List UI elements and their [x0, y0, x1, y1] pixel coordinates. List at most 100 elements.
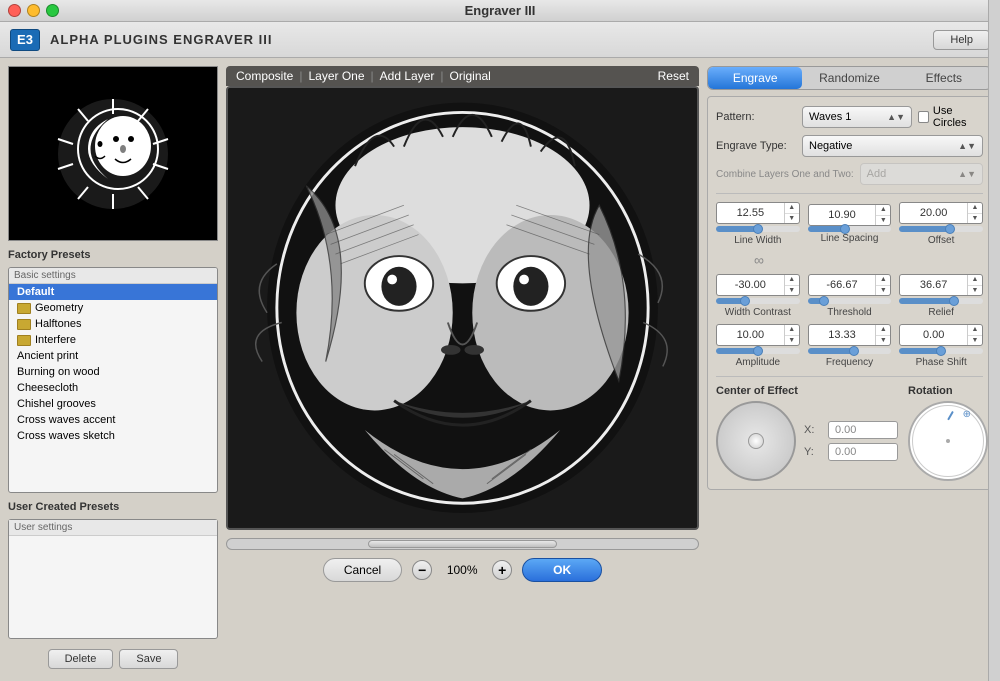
frequency-down[interactable]: ▼	[876, 336, 890, 346]
line-width-up[interactable]: ▲	[785, 203, 799, 214]
cancel-button[interactable]: Cancel	[323, 558, 402, 582]
composite-tab[interactable]: Composite	[236, 69, 293, 83]
help-button[interactable]: Help	[933, 30, 990, 50]
preset-item-interfere[interactable]: Interfere	[9, 332, 217, 348]
width-contrast-input[interactable]: -30.00 ▲ ▼	[716, 274, 800, 296]
threshold-up[interactable]: ▲	[876, 275, 890, 286]
line-width-input[interactable]: 12.55 ▲ ▼	[716, 202, 800, 224]
preset-item-cheesecloth[interactable]: Cheesecloth	[9, 380, 217, 396]
zoom-in-button[interactable]: +	[492, 560, 512, 580]
width-contrast-thumb[interactable]	[740, 296, 750, 306]
width-contrast-down[interactable]: ▼	[785, 286, 799, 296]
preset-item-halftones[interactable]: Halftones	[9, 316, 217, 332]
phase-shift-up[interactable]: ▲	[968, 325, 982, 336]
line-spacing-up[interactable]: ▲	[876, 205, 890, 216]
relief-slider[interactable]	[899, 298, 983, 304]
phase-shift-input[interactable]: 0.00 ▲ ▼	[899, 324, 983, 346]
rotation-inner: ⊕ 30.00 ▲ ▼	[908, 401, 1000, 481]
zoom-out-button[interactable]: −	[412, 560, 432, 580]
preset-item-cross-sketch[interactable]: Cross waves sketch	[9, 428, 217, 444]
frequency-slider[interactable]	[808, 348, 892, 354]
amplitude-down[interactable]: ▼	[785, 336, 799, 346]
coe-inner: X: Y:	[716, 401, 898, 481]
save-button[interactable]: Save	[119, 649, 178, 669]
amplitude-input[interactable]: 10.00 ▲ ▼	[716, 324, 800, 346]
preset-item-geometry[interactable]: Geometry	[9, 300, 217, 316]
phase-shift-value: 0.00	[900, 329, 967, 341]
tab-effects[interactable]: Effects	[897, 67, 991, 89]
layer-one-tab[interactable]: Layer One	[308, 69, 364, 83]
phase-shift-thumb[interactable]	[936, 346, 946, 356]
preset-item-cross-accent[interactable]: Cross waves accent	[9, 412, 217, 428]
relief-control: 36.67 ▲ ▼ Relief	[899, 274, 983, 318]
offset-input[interactable]: 20.00 ▲ ▼	[899, 202, 983, 224]
frequency-value: 13.33	[809, 329, 876, 341]
preset-item-default[interactable]: Default	[9, 284, 217, 300]
frequency-input[interactable]: 13.33 ▲ ▼	[808, 324, 892, 346]
phase-shift-down[interactable]: ▼	[968, 336, 982, 346]
offset-thumb[interactable]	[945, 224, 955, 234]
app-title: ALPHA PLUGINS ENGRAVER III	[50, 32, 272, 47]
y-input[interactable]	[828, 443, 898, 461]
maximize-button[interactable]	[46, 4, 59, 17]
preset-item-chishel[interactable]: Chishel grooves	[9, 396, 217, 412]
tab-randomize[interactable]: Randomize	[802, 67, 896, 89]
rotation-dial[interactable]: ⊕	[908, 401, 988, 481]
offset-slider[interactable]	[899, 226, 983, 232]
x-input[interactable]	[828, 421, 898, 439]
line-width-slider[interactable]	[716, 226, 800, 232]
combine-dropdown[interactable]: Add ▲▼	[860, 163, 983, 185]
threshold-slider[interactable]	[808, 298, 892, 304]
close-button[interactable]	[8, 4, 21, 17]
preset-item-ancient[interactable]: Ancient print	[9, 348, 217, 364]
line-spacing-value: 10.90	[809, 209, 876, 221]
joystick[interactable]	[716, 401, 796, 481]
user-settings-header: User settings	[9, 520, 217, 536]
phase-shift-slider[interactable]	[899, 348, 983, 354]
minimize-button[interactable]	[27, 4, 40, 17]
relief-up[interactable]: ▲	[968, 275, 982, 286]
pattern-dropdown[interactable]: Waves 1 ▲▼	[802, 106, 912, 128]
amplitude-thumb[interactable]	[753, 346, 763, 356]
amplitude-up[interactable]: ▲	[785, 325, 799, 336]
offset-up[interactable]: ▲	[968, 203, 982, 214]
offset-down[interactable]: ▼	[968, 214, 982, 224]
line-spacing-slider[interactable]	[808, 226, 892, 232]
line-width-down[interactable]: ▼	[785, 214, 799, 224]
relief-down[interactable]: ▼	[968, 286, 982, 296]
horizontal-scrollbar[interactable]	[226, 538, 699, 550]
link-icon[interactable]: ∞	[754, 252, 764, 268]
line-width-thumb[interactable]	[753, 224, 763, 234]
threshold-down[interactable]: ▼	[876, 286, 890, 296]
add-layer-tab[interactable]: Add Layer	[380, 69, 435, 83]
threshold-input[interactable]: -66.67 ▲ ▼	[808, 274, 892, 296]
threshold-thumb[interactable]	[819, 296, 829, 306]
frequency-thumb[interactable]	[849, 346, 859, 356]
line-spacing-input[interactable]: 10.90 ▲ ▼	[808, 204, 892, 226]
amplitude-slider[interactable]	[716, 348, 800, 354]
tab-engrave[interactable]: Engrave	[708, 67, 802, 89]
scrollbar-thumb[interactable]	[368, 540, 556, 548]
image-toolbar: Composite | Layer One | Add Layer | Orig…	[226, 66, 699, 86]
ok-button[interactable]: OK	[522, 558, 602, 582]
relief-input[interactable]: 36.67 ▲ ▼	[899, 274, 983, 296]
folder-icon	[17, 319, 31, 330]
frequency-label: Frequency	[826, 357, 873, 368]
delete-button[interactable]: Delete	[48, 649, 114, 669]
width-contrast-up[interactable]: ▲	[785, 275, 799, 286]
relief-thumb[interactable]	[949, 296, 959, 306]
line-spacing-down[interactable]: ▼	[876, 216, 890, 226]
frequency-up[interactable]: ▲	[876, 325, 890, 336]
engrave-type-dropdown[interactable]: Negative ▲▼	[802, 135, 983, 157]
controls-panel: Pattern: Waves 1 ▲▼ Use Circles Engrave …	[707, 96, 992, 490]
rotation-section: Rotation ⊕	[908, 385, 1000, 481]
phase-shift-label: Phase Shift	[916, 357, 967, 368]
line-spacing-arrows: ▲ ▼	[875, 205, 890, 225]
original-tab[interactable]: Original	[449, 69, 490, 83]
link-row: ∞	[716, 252, 983, 268]
reset-button[interactable]: Reset	[658, 69, 689, 83]
use-circles-checkbox[interactable]	[918, 111, 929, 123]
preview-image	[9, 67, 217, 240]
preset-item-burning[interactable]: Burning on wood	[9, 364, 217, 380]
width-contrast-slider[interactable]	[716, 298, 800, 304]
